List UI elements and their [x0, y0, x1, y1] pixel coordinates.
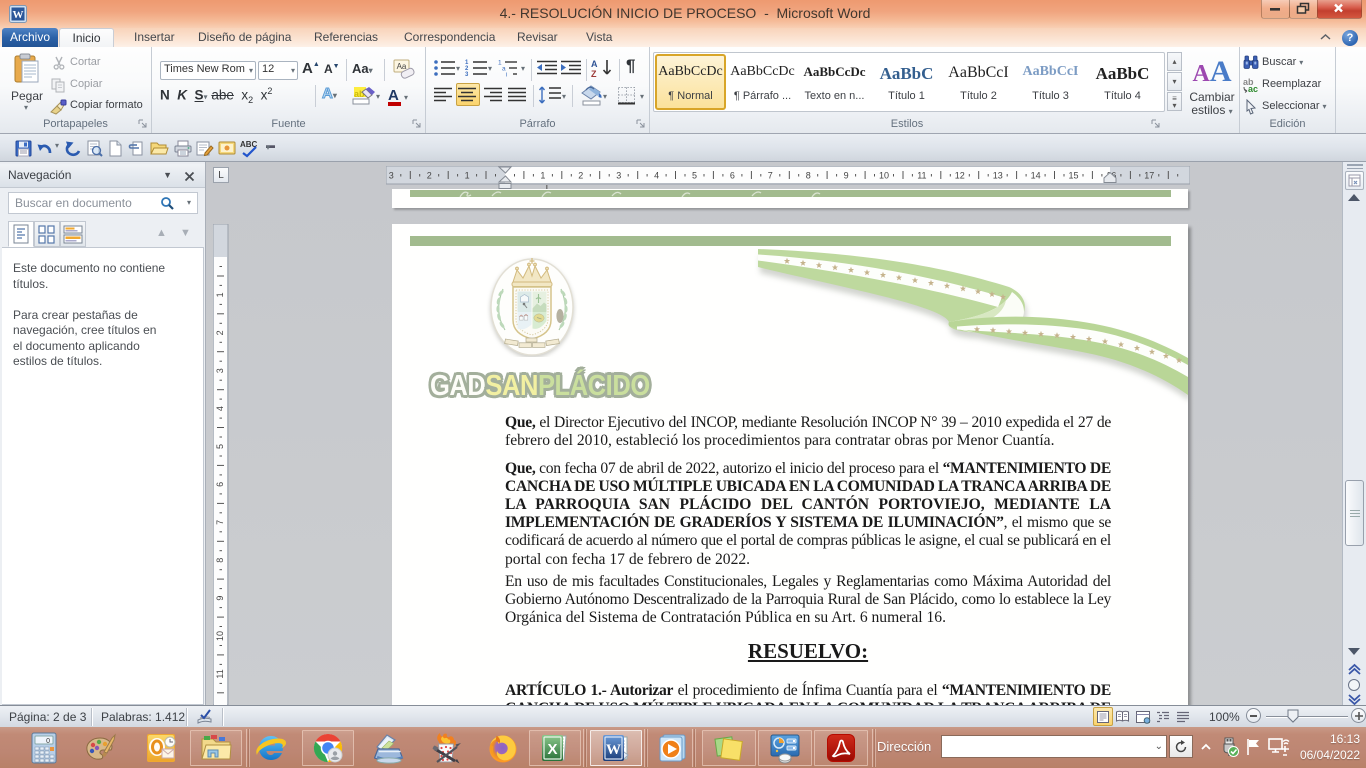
svg-text:A: A [388, 87, 399, 104]
svg-text:i: i [506, 72, 507, 78]
svg-text:W: W [606, 742, 621, 758]
svg-text:1: 1 [465, 171, 470, 181]
svg-text:Aa: Aa [397, 62, 407, 71]
svg-text:2: 2 [578, 171, 583, 181]
svg-text:0: 0 [46, 738, 50, 745]
svg-text:4: 4 [215, 406, 225, 411]
svg-text:14: 14 [1031, 171, 1041, 181]
svg-text:7: 7 [215, 520, 225, 525]
svg-text:Z: Z [591, 69, 597, 78]
svg-text:A: A [591, 59, 598, 69]
svg-text:▾: ▾ [376, 92, 380, 101]
svg-text:10: 10 [879, 171, 889, 181]
svg-text:2: 2 [215, 330, 225, 335]
svg-text:9: 9 [844, 171, 849, 181]
svg-text:6: 6 [730, 171, 735, 181]
svg-text:▾: ▾ [603, 92, 607, 101]
svg-text:▾: ▾ [456, 64, 460, 73]
svg-text:7: 7 [768, 171, 773, 181]
svg-text:▾: ▾ [488, 64, 492, 73]
svg-text:1: 1 [540, 171, 545, 181]
svg-text:17: 17 [1144, 171, 1154, 181]
svg-text:3: 3 [215, 368, 225, 373]
svg-text:8: 8 [215, 558, 225, 563]
svg-text:11: 11 [917, 171, 926, 181]
svg-text:4: 4 [654, 171, 659, 181]
svg-text:6: 6 [215, 482, 225, 487]
svg-text:▾: ▾ [562, 92, 566, 101]
svg-text:5: 5 [215, 444, 225, 449]
svg-text:12: 12 [955, 171, 965, 181]
svg-text:3: 3 [465, 72, 469, 77]
svg-text:3: 3 [616, 171, 621, 181]
svg-text:1: 1 [215, 292, 225, 297]
svg-text:11: 11 [215, 669, 225, 678]
svg-text:3: 3 [389, 171, 394, 181]
svg-text:9: 9 [215, 596, 225, 601]
svg-text:ac: ac [1248, 84, 1258, 93]
svg-text:15: 15 [1068, 171, 1078, 181]
svg-text:10: 10 [215, 631, 225, 641]
svg-text:X: X [547, 741, 557, 758]
svg-text:8: 8 [806, 171, 811, 181]
svg-text:▾: ▾ [521, 64, 525, 73]
svg-text:5: 5 [692, 171, 697, 181]
svg-text:▾: ▾ [640, 92, 644, 101]
svg-text:2: 2 [427, 171, 432, 181]
svg-text:13: 13 [993, 171, 1003, 181]
svg-text:▾: ▾ [404, 93, 408, 102]
